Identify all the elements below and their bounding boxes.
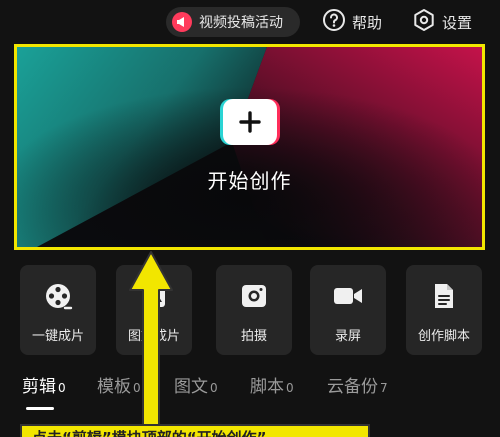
project-tabs: 剪辑 0 模板 0 图文 0 脚本 0 云备份 7	[22, 372, 492, 402]
tab-edit[interactable]: 剪辑 0	[22, 372, 66, 397]
tab-count: 7	[380, 381, 388, 395]
annotation-caption-box: 点击“剪辑”模块顶部的“开始创作”	[20, 424, 370, 437]
settings-button[interactable]: 设置	[412, 7, 472, 37]
tool-label: 拍摄	[240, 329, 267, 344]
tool-shoot[interactable]: 拍摄	[216, 265, 292, 355]
tab-label: 云备份	[327, 377, 378, 397]
top-bar: 视频投稿活动 帮助 设置	[0, 0, 500, 44]
tool-screen-record[interactable]: 录屏	[310, 265, 386, 355]
promo-activity-label: 视频投稿活动	[199, 15, 283, 31]
tab-count: 0	[210, 381, 218, 395]
settings-hexagon-icon	[412, 8, 436, 36]
image-text-icon	[139, 279, 169, 313]
tool-one-click-video[interactable]: 一键成片	[20, 265, 96, 355]
tool-label: 创作脚本	[417, 329, 470, 344]
help-button[interactable]: 帮助	[322, 7, 382, 37]
tool-creation-script[interactable]: 创作脚本	[406, 265, 482, 355]
tab-count: 0	[133, 381, 141, 395]
active-tab-indicator	[26, 407, 54, 410]
tab-label: 模板	[97, 377, 131, 397]
plus-icon[interactable]	[222, 99, 277, 145]
tab-label: 脚本	[250, 377, 284, 397]
film-reel-icon	[43, 279, 73, 313]
tab-label: 图文	[174, 377, 208, 397]
tool-label: 录屏	[334, 329, 361, 344]
tab-cloud-backup[interactable]: 云备份 7	[327, 372, 388, 397]
tool-image-text-video[interactable]: 图文成片	[116, 265, 192, 355]
tab-count: 0	[58, 381, 66, 395]
settings-label: 设置	[442, 13, 473, 32]
tab-image-text[interactable]: 图文 0	[174, 372, 218, 397]
start-creating-banner[interactable]: 开始创作	[14, 44, 485, 250]
video-record-icon	[332, 279, 364, 313]
tool-label: 一键成片	[31, 329, 84, 344]
tab-count: 0	[286, 381, 294, 395]
camera-icon	[239, 279, 269, 313]
start-creating-title: 开始创作	[207, 169, 292, 193]
tab-scripts[interactable]: 脚本 0	[250, 372, 294, 397]
document-icon	[429, 279, 459, 313]
start-creating-center: 开始创作	[17, 99, 482, 194]
tool-grid: 一键成片 图文成片 拍摄 录屏 创作脚本	[20, 265, 484, 355]
tool-label: 图文成片	[127, 329, 180, 344]
promo-activity-button[interactable]: 视频投稿活动	[166, 7, 300, 37]
help-icon	[322, 8, 346, 36]
tab-label: 剪辑	[22, 377, 56, 397]
help-label: 帮助	[352, 13, 383, 32]
tab-templates[interactable]: 模板 0	[97, 372, 141, 397]
annotation-caption: 点击“剪辑”模块顶部的“开始创作”	[32, 429, 266, 437]
megaphone-icon	[172, 12, 192, 32]
